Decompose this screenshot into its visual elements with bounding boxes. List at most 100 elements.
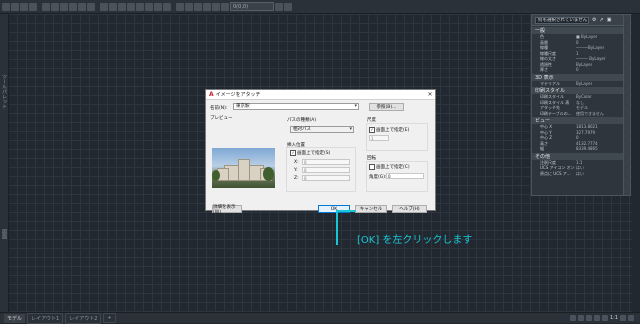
x-label: X: [294, 160, 299, 165]
property-value[interactable]: 327.7979 [576, 130, 595, 136]
osnap-icon[interactable] [601, 315, 608, 321]
tool-palettes-icon[interactable] [127, 2, 135, 11]
browse-button[interactable]: 参照(B)... [369, 103, 404, 111]
insertion-check-box[interactable]: ✓ [290, 150, 296, 156]
match-properties-icon[interactable] [100, 2, 108, 11]
tool-palette-label[interactable]: ツールパレット [1, 74, 8, 109]
make-current-icon[interactable] [275, 2, 283, 11]
preview-image [212, 148, 275, 188]
ortho-icon[interactable] [585, 315, 592, 321]
name-dropdown[interactable]: 東京駅 [233, 103, 359, 110]
quick-access-toolbar: 0(0,0) [0, 0, 640, 14]
property-key: 印刷テーブルの... [540, 110, 572, 116]
attach-image-dialog: A イメージをアタッチ ✕ 名前(N): 東京駅 参照(B)... プレビュー … [205, 89, 436, 215]
add-layout-button[interactable]: + [103, 313, 116, 323]
insertion-onscreen-label: 画面上で指定(S) [297, 151, 331, 156]
scale-field[interactable]: 1 [369, 135, 389, 141]
redo-icon[interactable] [51, 2, 59, 11]
new-icon[interactable] [2, 2, 10, 11]
property-key: 原点に UCS ア... [540, 170, 571, 176]
help-icon[interactable] [163, 2, 171, 11]
property-value[interactable]: ByLayer [576, 81, 592, 87]
property-row[interactable]: マテリアル ByLayer [532, 81, 624, 87]
quickcalc-icon[interactable] [154, 2, 162, 11]
property-key: 幅 [540, 146, 544, 151]
open-icon[interactable] [11, 2, 19, 11]
customization-icon[interactable] [628, 315, 634, 321]
zoom-window-icon[interactable] [78, 2, 86, 11]
properties-icon[interactable] [109, 2, 117, 11]
properties-section-header[interactable]: その他 [532, 152, 624, 160]
layer-freeze-icon[interactable] [203, 2, 211, 11]
close-icon[interactable]: ✕ [425, 91, 435, 98]
scale-check-box[interactable]: ✓ [369, 127, 375, 133]
snap-icon[interactable] [577, 315, 584, 321]
property-row[interactable]: 幅 8339.4865 [532, 146, 624, 152]
select-objects-icon[interactable]: ➚ [599, 17, 603, 23]
tab-model[interactable]: モデル [4, 313, 26, 323]
properties-section-header[interactable]: ビュー [532, 117, 624, 124]
properties-section-header[interactable]: 3D 表示 [532, 73, 624, 81]
property-value[interactable]: 8339.4865 [576, 146, 598, 152]
layer-dropdown[interactable]: 0(0,0) [230, 2, 274, 11]
angle-field[interactable]: 0 [386, 173, 424, 179]
layer-lock-icon[interactable] [212, 2, 220, 11]
y-field[interactable]: 0 [302, 167, 350, 173]
toggle-pickadd-icon[interactable]: ▣ [607, 17, 612, 23]
scale-onscreen-label: 画面上で指定(E) [376, 128, 410, 133]
z-label: Z: [294, 176, 299, 181]
show-details-button[interactable]: 詳細を表示(W) [212, 205, 242, 215]
path-type-dropdown[interactable]: 相対パス [290, 126, 354, 133]
cancel-button[interactable]: キャンセル [355, 205, 387, 213]
property-value[interactable]: ■ ByLayer [576, 34, 597, 40]
property-key: 厚さ [540, 67, 548, 72]
selection-dropdown[interactable]: 何も選択されていません [535, 16, 589, 24]
workspace-icon[interactable] [620, 315, 626, 321]
grid-icon[interactable] [569, 315, 576, 321]
design-center-icon[interactable] [118, 2, 126, 11]
layer-state-icon[interactable] [185, 2, 193, 11]
zoom-icon[interactable] [69, 2, 77, 11]
property-row[interactable]: 原点に UCS ア... はい [532, 171, 624, 177]
z-field[interactable]: 0 [302, 175, 350, 181]
rotation-check-box[interactable] [369, 164, 375, 170]
layer-properties-icon[interactable] [176, 2, 184, 11]
polar-icon[interactable] [593, 315, 600, 321]
markup-icon[interactable] [145, 2, 153, 11]
scale-onscreen-checkbox[interactable]: ✓ 画面上で指定(E) [369, 127, 409, 133]
instruction-text: [OK] を左クリックします [357, 235, 473, 246]
insertion-onscreen-checkbox[interactable]: ✓ 画面上で指定(S) [290, 150, 330, 156]
properties-title-bar[interactable] [623, 14, 631, 196]
layer-previous-icon[interactable] [284, 2, 292, 11]
property-value[interactable]: ―――ByLayer [576, 45, 604, 51]
property-value[interactable]: 0 [576, 67, 579, 73]
dialog-title-bar[interactable]: A イメージをアタッチ ✕ [206, 90, 435, 100]
property-value[interactable]: 使用できません [576, 111, 604, 117]
undo-icon[interactable] [42, 2, 50, 11]
tab-layout1[interactable]: レイアウト1 [27, 312, 64, 324]
quick-select-icon[interactable]: ⚙ [592, 17, 596, 23]
properties-section-header[interactable]: 印刷スタイル [532, 87, 624, 94]
autocad-logo-icon: A [209, 91, 214, 98]
save-icon[interactable] [20, 2, 28, 11]
properties-section-header[interactable]: 一般 [532, 27, 624, 34]
rotation-onscreen-checkbox[interactable]: 画面上で指定(C) [369, 164, 410, 170]
rotation-onscreen-label: 画面上で指定(C) [376, 165, 410, 170]
drawing-label[interactable]: 図面 [1, 229, 8, 239]
print-icon[interactable] [29, 2, 37, 11]
property-key: マテリアル [540, 80, 560, 86]
x-field[interactable]: 0 [302, 159, 350, 165]
tab-layout2[interactable]: レイアウト2 [65, 312, 102, 324]
layer-color-icon[interactable] [221, 2, 229, 11]
property-row[interactable]: 厚さ 0 [532, 67, 624, 73]
property-row[interactable]: 印刷テーブルの... 使用できません [532, 111, 624, 117]
property-value[interactable]: はい [576, 171, 584, 177]
help-button[interactable]: ヘルプ(H) [392, 205, 427, 213]
properties-palette: 何も選択されていません ⚙ ➚ ▣ 一般色 ■ ByLayer 画層 0 線種 ―――By… [531, 14, 625, 196]
zoom-previous-icon[interactable] [87, 2, 95, 11]
sheet-set-icon[interactable] [136, 2, 144, 11]
annotation-scale[interactable]: 1:1 [610, 315, 618, 321]
angle-label: 角度(G): [369, 175, 387, 180]
layer-on-icon[interactable] [194, 2, 202, 11]
pan-icon[interactable] [60, 2, 68, 11]
